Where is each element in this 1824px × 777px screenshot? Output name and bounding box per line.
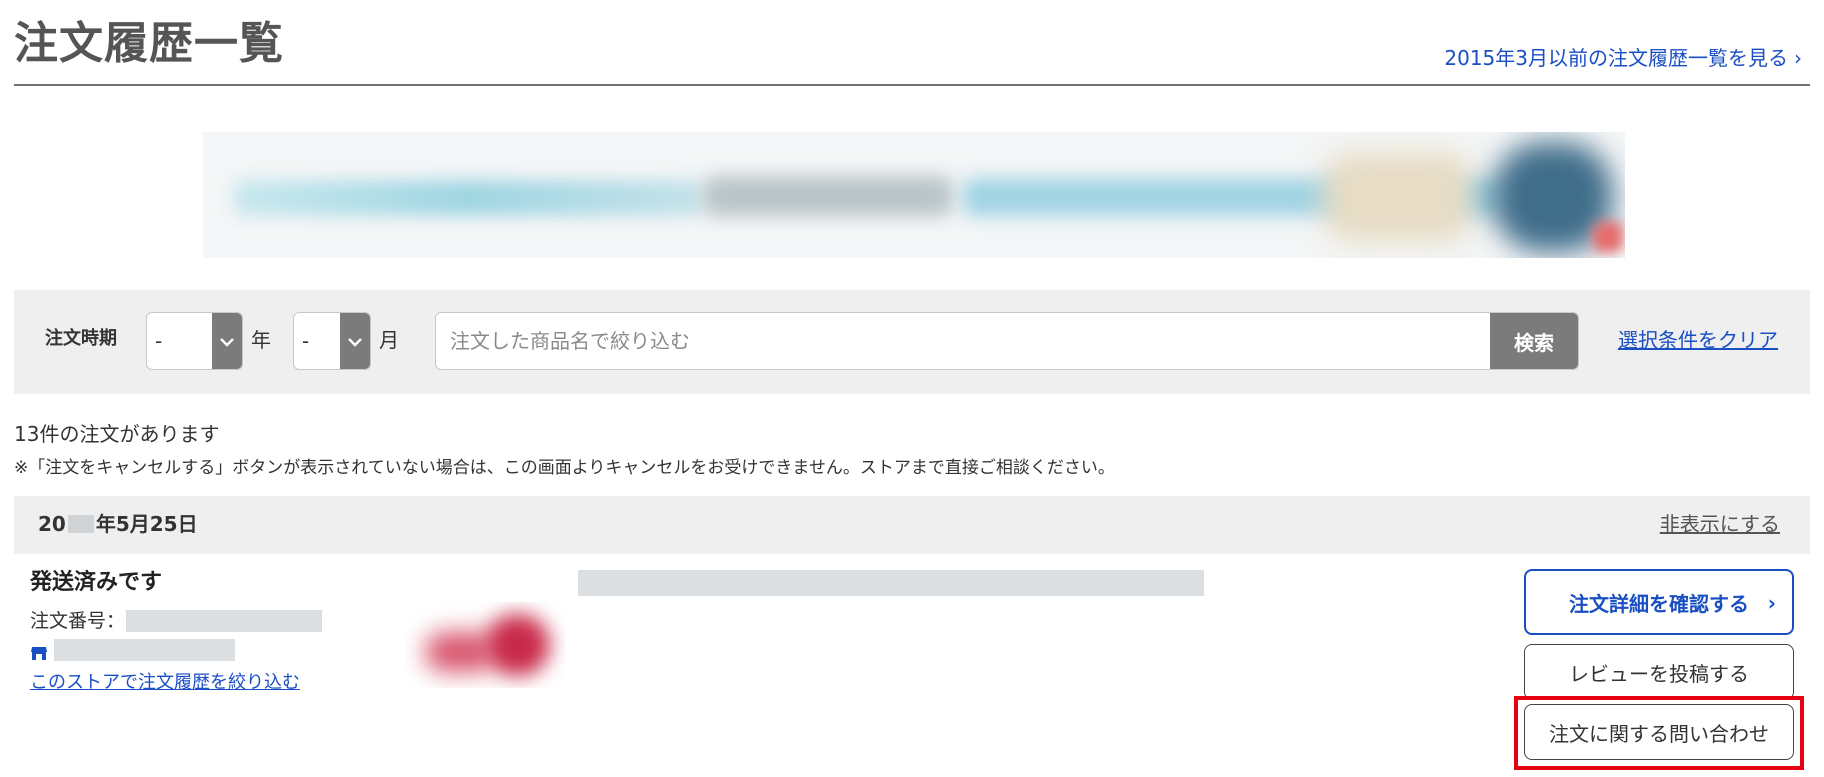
- store-filter-link[interactable]: このストアで注文履歴を絞り込む: [30, 670, 300, 696]
- clear-conditions-link[interactable]: 選択条件をクリア: [1618, 326, 1778, 354]
- page-title: 注文履歴一覧: [14, 18, 284, 69]
- order-date-suffix: 年5月25日: [95, 512, 198, 536]
- year-select-value: -: [155, 329, 163, 353]
- post-review-button[interactable]: レビューを投稿する: [1524, 644, 1794, 700]
- store-icon: [30, 644, 48, 662]
- hide-order-link[interactable]: 非表示にする: [1660, 510, 1780, 538]
- chevron-down-icon: [212, 313, 242, 369]
- product-image[interactable]: [405, 602, 565, 688]
- redacted-store-name: [54, 639, 235, 661]
- product-search-input[interactable]: [436, 313, 1490, 369]
- order-detail-button-label: 注文詳細を確認する: [1569, 591, 1749, 616]
- order-header: [14, 496, 1810, 554]
- shipping-status: 発送済みです: [30, 570, 163, 595]
- redacted-order-number: [126, 610, 322, 632]
- order-detail-button[interactable]: 注文詳細を確認する ›: [1524, 569, 1794, 635]
- chevron-down-icon: [340, 313, 370, 369]
- redacted-year: [67, 515, 94, 533]
- chevron-right-icon: ›: [1794, 46, 1802, 70]
- order-date-prefix: 20: [38, 512, 66, 536]
- search-box: 検索: [435, 312, 1579, 370]
- year-unit-label: 年: [251, 328, 271, 352]
- cancel-notice: ※「注文をキャンセルする」ボタンが表示されていない場合は、この画面よりキャンセル…: [14, 458, 1115, 478]
- year-select[interactable]: -: [146, 312, 243, 370]
- month-select[interactable]: -: [293, 312, 371, 370]
- order-inquiry-button[interactable]: 注文に関する問い合わせ: [1524, 704, 1794, 760]
- title-divider: [14, 84, 1810, 86]
- chevron-right-icon: ›: [1767, 591, 1776, 615]
- order-period-label: 注文時期: [45, 328, 117, 349]
- order-number-label: 注文番号：: [30, 610, 126, 632]
- month-select-value: -: [302, 329, 310, 353]
- old-order-history-link[interactable]: 2015年3月以前の注文履歴一覧を見る ›: [1444, 44, 1802, 72]
- promo-banner[interactable]: [203, 132, 1625, 258]
- search-button[interactable]: 検索: [1490, 313, 1578, 369]
- order-date: 20 年5月25日: [38, 510, 198, 538]
- redacted-product-name[interactable]: [578, 570, 1204, 596]
- month-unit-label: 月: [379, 328, 399, 352]
- old-order-history-label: 2015年3月以前の注文履歴一覧を見る: [1444, 46, 1788, 70]
- order-count-text: 13件の注文があります: [14, 422, 220, 446]
